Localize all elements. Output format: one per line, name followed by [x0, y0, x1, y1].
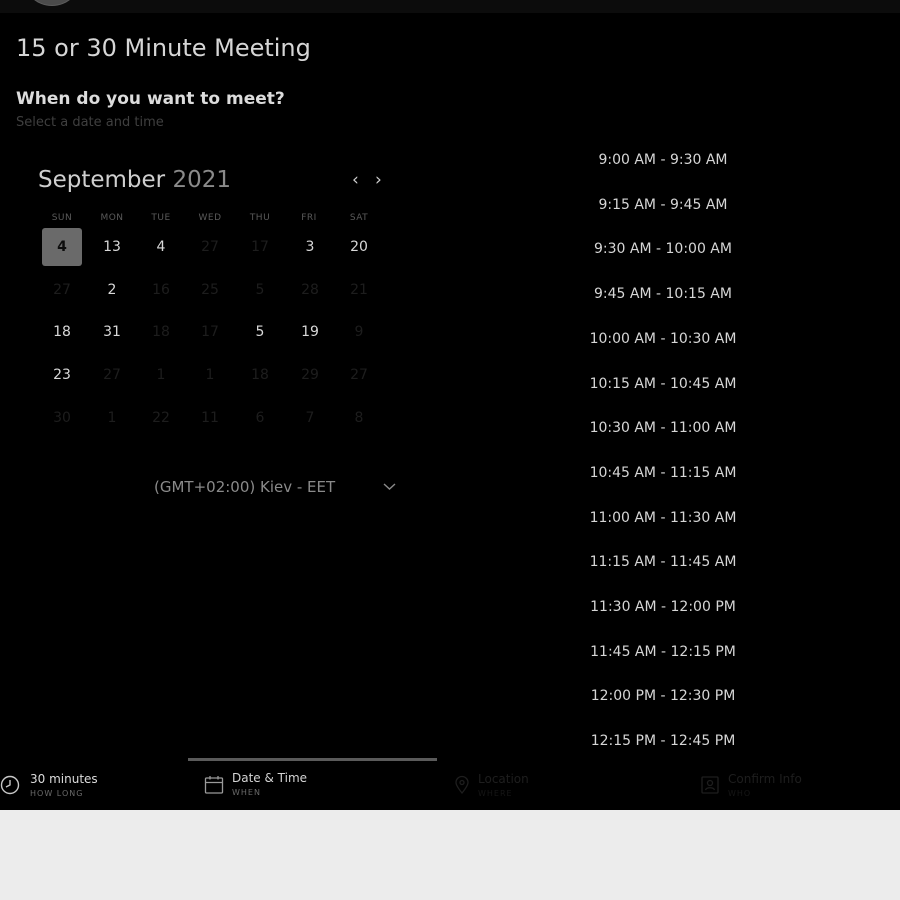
time-slot-button[interactable]: 11:45 AM - 12:15 PM	[570, 644, 756, 660]
step-sublabel: WHERE	[478, 789, 513, 798]
calendar-day[interactable]: 19	[290, 313, 330, 351]
time-slot-button[interactable]: 9:00 AM - 9:30 AM	[570, 152, 756, 168]
step-sublabel: WHO	[728, 789, 752, 798]
calendar-day: 21	[350, 282, 368, 298]
calendar-day: 18	[251, 367, 269, 383]
calendar-day[interactable]: 20	[339, 228, 379, 266]
chevron-down-icon[interactable]	[383, 480, 396, 493]
time-slot-button[interactable]: 11:15 AM - 11:45 AM	[570, 554, 756, 570]
calendar-day[interactable]: 18	[42, 313, 82, 351]
calendar-day[interactable]: 23	[42, 356, 82, 394]
weekday-label: WED	[198, 213, 222, 223]
calendar-day: 18	[152, 324, 170, 340]
calendar-day: 28	[301, 282, 319, 298]
location-pin-icon	[455, 775, 469, 794]
time-slot-button[interactable]: 11:30 AM - 12:00 PM	[570, 599, 756, 615]
timezone-select[interactable]: (GMT+02:00) Kiev - EET	[154, 478, 335, 496]
calendar-day: 8	[354, 410, 364, 426]
calendar-day[interactable]: 31	[92, 313, 132, 351]
weekday-label: TUE	[151, 213, 171, 223]
clock-icon	[0, 775, 20, 795]
time-slot-button[interactable]: 10:30 AM - 11:00 AM	[570, 420, 756, 436]
calendar-day[interactable]: 13	[92, 228, 132, 266]
step-label: Confirm Info	[728, 772, 802, 786]
calendar-day[interactable]: 5	[240, 313, 280, 351]
calendar-month-title: September 2021	[38, 167, 231, 193]
calendar-day: 27	[350, 367, 368, 383]
calendar-day[interactable]: 2	[92, 271, 132, 309]
weekday-label: THU	[249, 213, 271, 223]
weekday-label: MON	[100, 213, 124, 223]
time-slot-button[interactable]: 10:00 AM - 10:30 AM	[570, 331, 756, 347]
time-slot-button[interactable]: 10:45 AM - 11:15 AM	[570, 465, 756, 481]
time-slot-button[interactable]: 12:00 PM - 12:30 PM	[570, 688, 756, 704]
time-slot-button[interactable]: 9:45 AM - 10:15 AM	[570, 286, 756, 302]
section-subtitle: Select a date and time	[16, 115, 164, 130]
top-bar	[0, 0, 900, 13]
calendar-day: 27	[201, 239, 219, 255]
step-sublabel: WHEN	[232, 788, 261, 797]
calendar-icon	[204, 776, 224, 794]
weekday-label: FRI	[301, 213, 317, 223]
calendar-day[interactable]: 4	[141, 228, 181, 266]
calendar-day[interactable]: 3	[290, 228, 330, 266]
user-card-icon	[701, 776, 719, 794]
time-slot-button[interactable]: 11:00 AM - 11:30 AM	[570, 510, 756, 526]
time-slot-button[interactable]: 9:30 AM - 10:00 AM	[570, 241, 756, 257]
step-tab-when[interactable]: Date & Time WHEN	[204, 768, 384, 806]
step-sublabel: HOW LONG	[30, 789, 84, 798]
calendar-year: 2021	[172, 167, 231, 193]
calendar-day: 9	[354, 324, 364, 340]
calendar-month: September	[38, 167, 166, 193]
step-label: Location	[478, 772, 529, 786]
calendar-day: 1	[107, 410, 117, 426]
active-step-indicator	[188, 758, 437, 761]
calendar-day: 6	[255, 410, 265, 426]
page-title: 15 or 30 Minute Meeting	[16, 34, 311, 62]
calendar-day: 1	[205, 367, 215, 383]
step-tab-who[interactable]: Confirm Info WHO	[700, 768, 880, 806]
scheduler-app: 15 or 30 Minute Meeting When do you want…	[0, 0, 900, 810]
weekday-label: SAT	[349, 213, 369, 223]
calendar-day: 17	[201, 324, 219, 340]
prev-month-button[interactable]: ‹	[352, 170, 359, 190]
calendar-day: 27	[53, 282, 71, 298]
calendar-day: 30	[53, 410, 71, 426]
calendar-day: 5	[255, 282, 265, 298]
step-tab-how-long[interactable]: 30 minutes HOW LONG	[0, 768, 150, 806]
next-month-button[interactable]: ›	[375, 170, 382, 190]
time-slot-button[interactable]: 9:15 AM - 9:45 AM	[570, 197, 756, 213]
calendar-day: 22	[152, 410, 170, 426]
calendar-day: 11	[201, 410, 219, 426]
calendar-day: 7	[305, 410, 315, 426]
step-label: 30 minutes	[30, 772, 98, 786]
section-heading: When do you want to meet?	[16, 89, 285, 109]
calendar-day: 25	[201, 282, 219, 298]
time-slot-button[interactable]: 12:15 PM - 12:45 PM	[570, 733, 756, 749]
calendar-day: 29	[301, 367, 319, 383]
calendar-day: 1	[156, 367, 166, 383]
time-slot-button[interactable]: 10:15 AM - 10:45 AM	[570, 376, 756, 392]
step-tab-where[interactable]: Location WHERE	[452, 768, 632, 806]
step-label: Date & Time	[232, 771, 308, 785]
calendar-day: 16	[152, 282, 170, 298]
calendar-day: 27	[103, 367, 121, 383]
calendar-day-selected[interactable]: 4	[42, 228, 82, 266]
calendar-day: 17	[251, 239, 269, 255]
weekday-label: SUN	[51, 213, 73, 223]
